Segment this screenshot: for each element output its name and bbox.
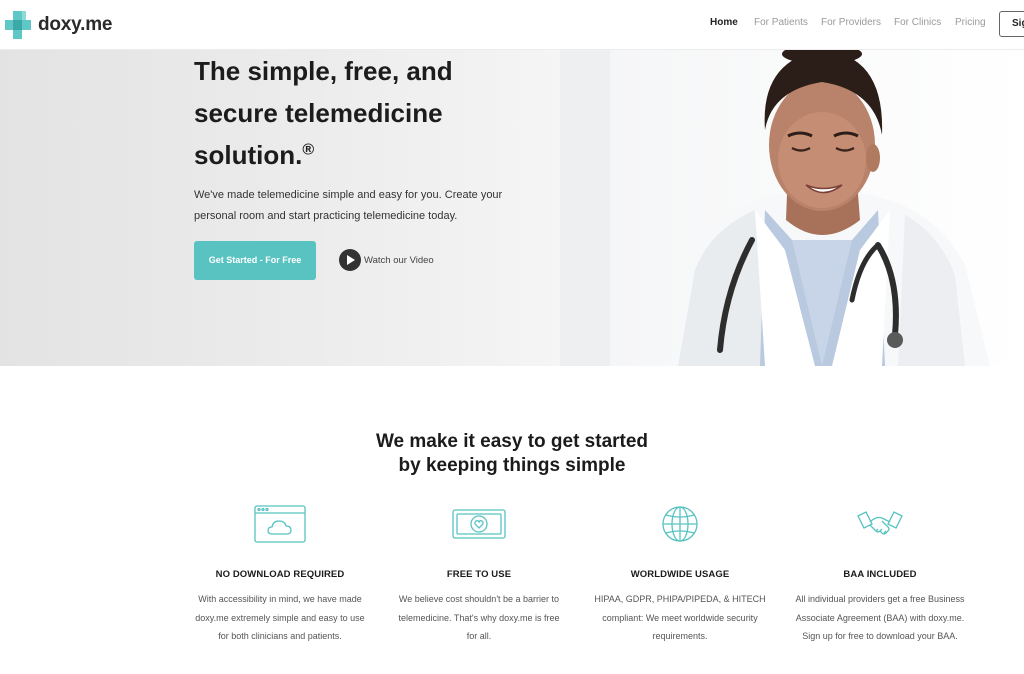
medical-cross-icon <box>5 11 31 39</box>
top-navigation-bar: doxy.me Home For Patients For Providers … <box>0 0 1024 50</box>
feature-text: All individual providers get a free Busi… <box>795 594 965 641</box>
nav-item-pricing[interactable]: Pricing <box>955 17 986 28</box>
feature-free-to-use: FREE TO USE We believe cost shouldn't be… <box>389 503 569 646</box>
feature-title: WORLDWIDE USAGE <box>630 569 730 580</box>
brand-logo[interactable]: doxy.me <box>4 9 112 41</box>
sign-in-button[interactable]: Sig <box>999 11 1024 37</box>
handshake-icon <box>857 511 903 535</box>
features-heading-line2: by keeping things simple <box>398 455 626 476</box>
feature-text: With accessibility in mind, we have made… <box>195 594 365 641</box>
doctor-photo <box>560 50 1024 366</box>
feature-baa-included: BAA INCLUDED All individual providers ge… <box>790 503 970 646</box>
nav-item-for-patients[interactable]: For Patients <box>754 17 808 28</box>
feature-text: We believe cost shouldn't be a barrier t… <box>398 594 560 641</box>
watch-video-link[interactable]: Watch our Video <box>339 249 434 271</box>
hero-section: The simple, free, and secure telemedicin… <box>0 50 1024 366</box>
globe-icon <box>662 506 698 542</box>
feature-no-download: NO DOWNLOAD REQUIRED With accessibility … <box>190 503 370 646</box>
registered-mark: ® <box>302 141 315 159</box>
feature-title: NO DOWNLOAD REQUIRED <box>215 569 345 580</box>
hero-title: The simple, free, and secure telemedicin… <box>194 50 514 176</box>
play-icon[interactable] <box>339 249 361 271</box>
heart-banknote-icon <box>452 509 506 539</box>
feature-text: HIPAA, GDPR, PHIPA/PIPEDA, & HITECH comp… <box>594 594 766 641</box>
hero-title-text: The simple, free, and secure telemedicin… <box>194 56 453 170</box>
feature-title: BAA INCLUDED <box>843 569 917 580</box>
watch-video-label[interactable]: Watch our Video <box>364 255 434 266</box>
browser-cloud-icon <box>254 505 306 543</box>
feature-worldwide-usage: WORLDWIDE USAGE HIPAA, GDPR, PHIPA/PIPED… <box>590 503 770 646</box>
hero-subtitle: We've made telemedicine simple and easy … <box>194 189 503 222</box>
brand-name: doxy.me <box>38 14 113 35</box>
get-started-button[interactable]: Get Started - For Free <box>194 241 316 280</box>
features-heading: We make it easy to get started by keepin… <box>0 430 1024 478</box>
feature-title: FREE TO USE <box>446 569 512 580</box>
nav-item-home[interactable]: Home <box>710 17 738 28</box>
nav-item-for-providers[interactable]: For Providers <box>821 17 881 28</box>
nav-item-for-clinics[interactable]: For Clinics <box>894 17 941 28</box>
features-heading-line1: We make it easy to get started <box>375 431 649 452</box>
